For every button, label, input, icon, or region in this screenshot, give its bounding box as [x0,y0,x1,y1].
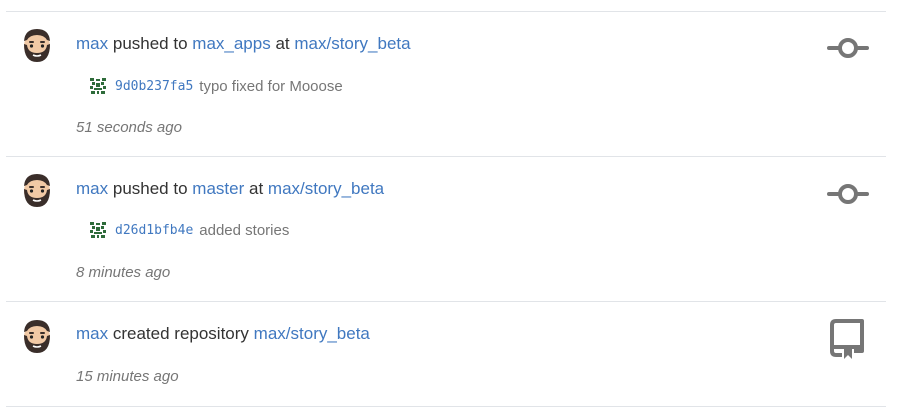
repo-link[interactable]: max/story_beta [254,324,370,343]
user-avatar[interactable] [20,318,54,354]
branch-link[interactable]: max_apps [192,34,270,53]
event-action-text: pushed to [112,179,188,198]
commit-entry: d26d1bfb4e added stories [88,220,289,240]
repo-link[interactable]: max/story_beta [294,34,410,53]
commit-entry: 9d0b237fa5 typo fixed for Mooose [88,76,343,96]
branch-link[interactable]: master [192,179,244,198]
event-timestamp: 8 minutes ago [76,264,171,281]
event-headline: max pushed to master at max/story_beta [76,179,384,199]
event-timestamp: 15 minutes ago [76,368,179,385]
actor-link[interactable]: max [76,324,108,343]
feed-divider [6,406,886,407]
event-action-text: created repository [112,324,249,343]
commit-message: added stories [199,221,290,239]
repo-link[interactable]: max/story_beta [268,179,384,198]
commit-icon [827,184,869,204]
event-action-text: pushed to [112,34,188,53]
feed-divider [6,301,886,302]
user-avatar[interactable] [20,172,54,208]
event-headline: max created repository max/story_beta [76,324,370,344]
event-preposition-text: at [248,179,264,198]
event-headline: max pushed to max_apps at max/story_beta [76,34,411,54]
actor-link[interactable]: max [76,179,108,198]
commit-sha-link[interactable]: d26d1bfb4e [115,223,193,238]
commit-message: typo fixed for Mooose [199,77,343,95]
feed-divider [6,156,886,157]
actor-link[interactable]: max [76,34,108,53]
event-preposition-text: at [275,34,290,53]
feed-divider [6,11,886,12]
repo-icon [830,319,864,359]
committer-identicon[interactable] [88,220,108,240]
user-avatar[interactable] [20,27,54,63]
commit-sha-link[interactable]: 9d0b237fa5 [115,79,193,94]
activity-feed: max pushed to max_apps at max/story_beta [0,0,904,413]
event-timestamp: 51 seconds ago [76,119,182,136]
committer-identicon[interactable] [88,76,108,96]
commit-icon [827,38,869,58]
